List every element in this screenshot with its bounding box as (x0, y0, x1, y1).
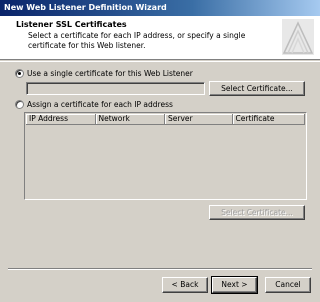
column-network[interactable]: Network (95, 114, 165, 125)
column-server[interactable]: Server (165, 114, 233, 125)
cancel-button[interactable]: Cancel (265, 277, 311, 293)
list-header: IP Address Network Server Certificate (26, 114, 305, 125)
per-ip-label: Assign a certificate for each IP address (27, 100, 173, 109)
wizard-logo-icon (282, 19, 314, 55)
back-button[interactable]: < Back (162, 277, 208, 293)
header-separator (0, 61, 320, 62)
page-title: Listener SSL Certificates (16, 20, 127, 29)
single-cert-radio[interactable] (15, 69, 24, 78)
page-subtitle: Select a certificate for each IP address… (28, 31, 246, 50)
next-button[interactable]: Next > (211, 276, 258, 294)
window-title: New Web Listener Definition Wizard (0, 0, 320, 16)
single-cert-label: Use a single certificate for this Web Li… (27, 69, 193, 78)
certificate-list[interactable]: IP Address Network Server Certificate (24, 112, 307, 200)
single-cert-field (26, 82, 205, 95)
footer-separator (8, 268, 312, 270)
per-ip-radio[interactable] (15, 100, 24, 109)
select-certificate-button[interactable]: Select Certificate... (209, 81, 305, 96)
column-ip-address[interactable]: IP Address (26, 114, 96, 125)
wizard-header: Listener SSL Certificates Select a certi… (0, 16, 320, 60)
column-certificate[interactable]: Certificate (232, 114, 305, 125)
select-certificate-button-disabled: Select Certificate... (209, 205, 305, 220)
